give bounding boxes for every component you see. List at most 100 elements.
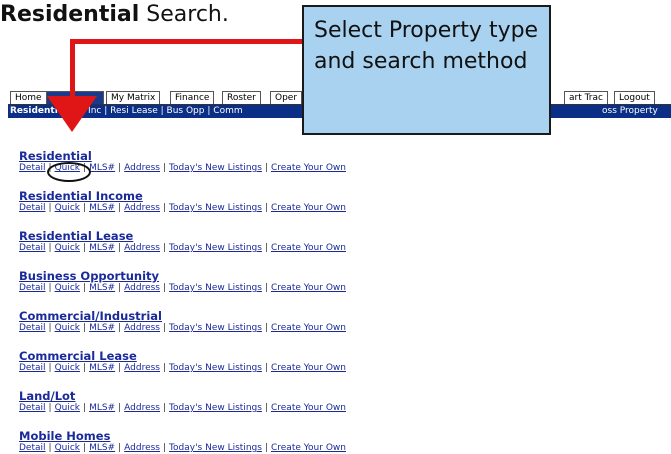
address-link[interactable]: Address	[124, 443, 160, 453]
mls-link[interactable]: MLS#	[89, 403, 115, 413]
create-your-own-link[interactable]: Create Your Own	[271, 443, 346, 453]
address-link[interactable]: Address	[124, 163, 160, 173]
link-separator: |	[83, 283, 87, 293]
property-type-title-link[interactable]: Residential	[19, 149, 346, 163]
detail-link[interactable]: Detail	[19, 243, 46, 253]
subnav-cross-property[interactable]: oss Property	[602, 105, 658, 118]
tab-oper[interactable]: Oper	[270, 91, 303, 104]
link-separator: |	[163, 323, 167, 333]
search-method-links: Detail | Quick | MLS# | Address | Today's New Li…	[19, 443, 346, 454]
create-your-own-link[interactable]: Create Your Own	[271, 203, 346, 213]
mls-link[interactable]: MLS#	[89, 203, 115, 213]
quick-link[interactable]: Quick	[55, 283, 80, 293]
tab-roster[interactable]: Roster	[222, 91, 261, 104]
property-type-title-link[interactable]: Residential Lease	[19, 229, 346, 243]
quick-link[interactable]: Quick	[55, 243, 80, 253]
link-separator: |	[48, 363, 52, 373]
create-your-own-link[interactable]: Create Your Own	[271, 243, 346, 253]
link-separator: |	[118, 323, 122, 333]
detail-link[interactable]: Detail	[19, 363, 46, 373]
mls-link[interactable]: MLS#	[89, 363, 115, 373]
create-your-own-link[interactable]: Create Your Own	[271, 283, 346, 293]
tab-home[interactable]: Home	[10, 91, 47, 104]
create-your-own-link[interactable]: Create Your Own	[271, 363, 346, 373]
property-type-title-link[interactable]: Business Opportunity	[19, 269, 346, 283]
link-separator: |	[118, 163, 122, 173]
tab-my-matrix[interactable]: My Matrix	[106, 91, 161, 104]
link-separator: |	[48, 323, 52, 333]
subnav-comm[interactable]: Comm	[213, 106, 242, 116]
tab-smart-trac[interactable]: art Trac	[564, 91, 608, 104]
detail-link[interactable]: Detail	[19, 203, 46, 213]
link-separator: |	[264, 403, 268, 413]
link-separator: |	[48, 443, 52, 453]
link-separator: |	[48, 403, 52, 413]
mls-link[interactable]: MLS#	[89, 163, 115, 173]
arrow-line-horizontal	[70, 39, 302, 44]
detail-link[interactable]: Detail	[19, 403, 46, 413]
link-separator: |	[163, 243, 167, 253]
create-your-own-link[interactable]: Create Your Own	[271, 323, 346, 333]
heading-bold: Residential	[0, 2, 140, 27]
page-heading: Residential Search.	[0, 2, 229, 27]
link-separator: |	[48, 243, 52, 253]
create-your-own-link[interactable]: Create Your Own	[271, 163, 346, 173]
mls-link[interactable]: MLS#	[89, 323, 115, 333]
create-your-own-link[interactable]: Create Your Own	[271, 403, 346, 413]
quick-link[interactable]: Quick	[55, 403, 80, 413]
property-type-title-link[interactable]: Commercial Lease	[19, 349, 346, 363]
link-separator: |	[264, 363, 268, 373]
todays-new-listings-link[interactable]: Today's New Listings	[169, 323, 262, 333]
address-link[interactable]: Address	[124, 403, 160, 413]
link-separator: |	[264, 323, 268, 333]
property-type-section: Commercial Lease Detail | Quick | MLS# | Addres…	[19, 349, 346, 374]
detail-link[interactable]: Detail	[19, 443, 46, 453]
subnav-separator: |	[160, 106, 164, 116]
link-separator: |	[83, 243, 87, 253]
address-link[interactable]: Address	[124, 283, 160, 293]
todays-new-listings-link[interactable]: Today's New Listings	[169, 363, 262, 373]
property-type-section: Residential Lease Detail | Quick | MLS# | Addre…	[19, 229, 346, 254]
link-separator: |	[264, 203, 268, 213]
link-separator: |	[83, 403, 87, 413]
tab-logout[interactable]: Logout	[614, 91, 655, 104]
quick-link[interactable]: Quick	[55, 203, 80, 213]
link-separator: |	[48, 203, 52, 213]
property-type-title-link[interactable]: Mobile Homes	[19, 429, 346, 443]
subnav-bus-opp[interactable]: Bus Opp	[167, 106, 205, 116]
property-type-title-link[interactable]: Commercial/Industrial	[19, 309, 346, 323]
todays-new-listings-link[interactable]: Today's New Listings	[169, 403, 262, 413]
address-link[interactable]: Address	[124, 243, 160, 253]
todays-new-listings-link[interactable]: Today's New Listings	[169, 163, 262, 173]
address-link[interactable]: Address	[124, 363, 160, 373]
arrow-line-vertical	[70, 39, 75, 99]
link-separator: |	[163, 403, 167, 413]
detail-link[interactable]: Detail	[19, 283, 46, 293]
address-link[interactable]: Address	[124, 203, 160, 213]
property-type-title-link[interactable]: Land/Lot	[19, 389, 346, 403]
link-separator: |	[118, 243, 122, 253]
mls-link[interactable]: MLS#	[89, 283, 115, 293]
todays-new-listings-link[interactable]: Today's New Listings	[169, 243, 262, 253]
subnav-separator: |	[207, 106, 211, 116]
detail-link[interactable]: Detail	[19, 323, 46, 333]
link-separator: |	[83, 203, 87, 213]
red-arrow-head-icon	[47, 96, 97, 132]
todays-new-listings-link[interactable]: Today's New Listings	[169, 203, 262, 213]
mls-link[interactable]: MLS#	[89, 443, 115, 453]
subnav-separator: |	[104, 106, 108, 116]
quick-link[interactable]: Quick	[55, 323, 80, 333]
subnav-resi-lease[interactable]: Resi Lease	[110, 106, 158, 116]
mls-link[interactable]: MLS#	[89, 243, 115, 253]
link-separator: |	[163, 363, 167, 373]
link-separator: |	[163, 163, 167, 173]
tab-finance[interactable]: Finance	[170, 91, 215, 104]
todays-new-listings-link[interactable]: Today's New Listings	[169, 443, 262, 453]
todays-new-listings-link[interactable]: Today's New Listings	[169, 283, 262, 293]
property-type-title-link[interactable]: Residential Income	[19, 189, 346, 203]
address-link[interactable]: Address	[124, 323, 160, 333]
property-type-section: Residential Income Detail | Quick | MLS# | Addr…	[19, 189, 346, 214]
quick-link[interactable]: Quick	[55, 363, 80, 373]
detail-link[interactable]: Detail	[19, 163, 46, 173]
quick-link[interactable]: Quick	[55, 443, 80, 453]
